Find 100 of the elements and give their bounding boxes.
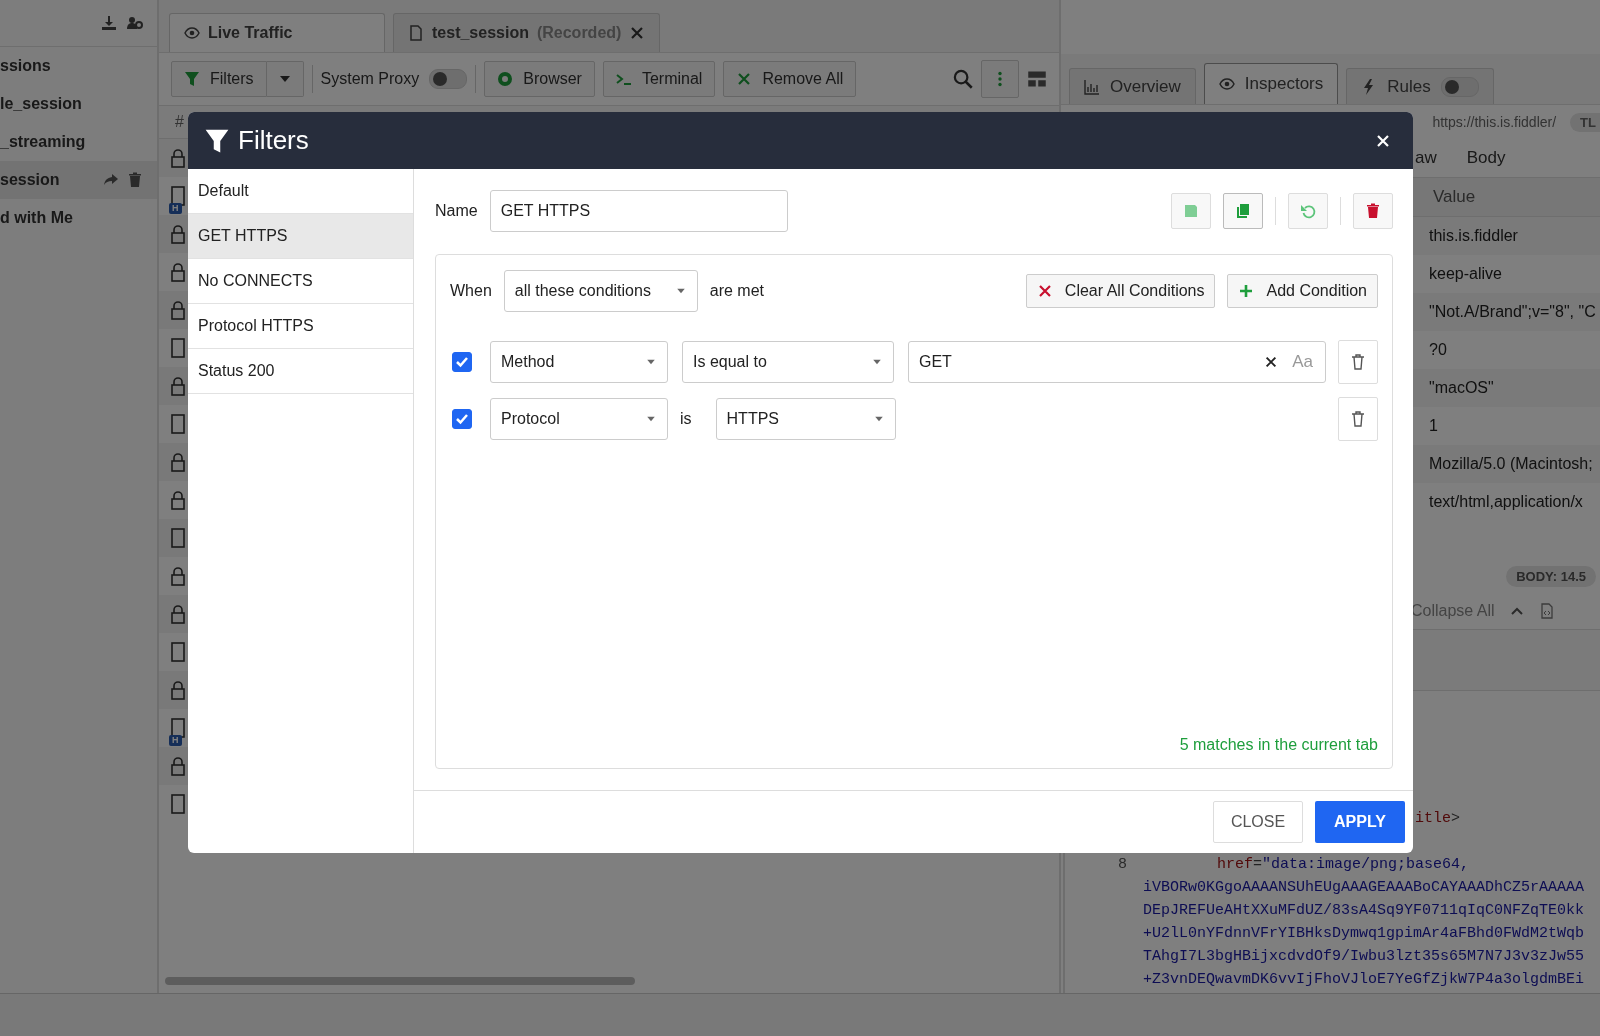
filters-button[interactable]: Filters xyxy=(171,61,267,97)
lock-icon xyxy=(171,452,185,472)
code-file-icon[interactable] xyxy=(1538,603,1555,619)
delete-condition-button[interactable] xyxy=(1338,397,1378,441)
collapse-all-button[interactable]: Collapse All xyxy=(1411,602,1495,620)
trash-icon[interactable] xyxy=(127,172,143,188)
body-size-badge: BODY: 14.5 xyxy=(1506,565,1596,587)
undo-icon xyxy=(1300,203,1316,219)
eye-icon xyxy=(184,25,200,41)
session-tab[interactable]: Live Traffic xyxy=(169,13,385,52)
code-line: iVBORw0KGgoAAAANSUhEUgAAAGEAAABoCAYAAADhCZ5rAAAAA xyxy=(1143,879,1585,896)
sidebar-item[interactable]: _streaming xyxy=(0,123,157,161)
document-icon xyxy=(171,186,185,206)
scrollbar-thumb[interactable] xyxy=(165,977,635,985)
file-icon xyxy=(408,25,424,41)
are-met-label: are met xyxy=(709,282,765,300)
close-icon[interactable] xyxy=(1375,132,1391,149)
lock-icon xyxy=(171,148,185,168)
eye-icon xyxy=(1218,76,1235,92)
inspector-subtab[interactable]: Body xyxy=(1466,148,1506,168)
trash-icon xyxy=(1365,203,1381,219)
value-field[interactable]: GET Aa xyxy=(908,341,1326,383)
lock-icon xyxy=(171,566,185,586)
filter-preset[interactable]: Status 200 xyxy=(188,349,413,394)
match-case-toggle[interactable]: Aa xyxy=(1292,352,1313,372)
sidebar-item[interactable]: ssions xyxy=(0,47,157,85)
toggle-switch[interactable] xyxy=(429,69,468,89)
lock-icon xyxy=(171,680,185,700)
header-value: "Not.A/Brand";v="8", "C xyxy=(1429,303,1596,321)
match-mode-dropdown[interactable]: all these conditions xyxy=(503,270,698,312)
sidebar-item[interactable]: session xyxy=(0,161,157,199)
add-condition-button[interactable]: Add Condition xyxy=(1227,274,1378,308)
browser-icon xyxy=(497,71,514,87)
sidebar-item[interactable]: le_session xyxy=(0,85,157,123)
undo-button[interactable] xyxy=(1288,193,1328,229)
field-dropdown[interactable]: Method xyxy=(490,341,668,383)
filter-preset[interactable]: GET HTTPS xyxy=(188,214,413,259)
header-value: this.is.fiddler xyxy=(1429,227,1518,245)
protocol-badge: H xyxy=(169,735,182,746)
filter-preset[interactable]: Protocol HTTPS xyxy=(188,304,413,349)
clear-all-conditions-button[interactable]: Clear All Conditions xyxy=(1025,274,1216,308)
system-proxy-label: System Proxy xyxy=(320,70,420,88)
people-icon[interactable] xyxy=(127,15,143,31)
code-line: +Z3vnDEQwavmDK6vvIjFhoVJloE7YeGfZjkW7P4a3olgdmBEi xyxy=(1143,971,1585,988)
checkbox[interactable] xyxy=(452,352,472,372)
dropdown-button[interactable] xyxy=(266,61,304,97)
tls-badge: TL xyxy=(1570,112,1600,132)
sidebar-item[interactable]: d with Me xyxy=(0,199,157,237)
name-field[interactable]: GET HTTPS xyxy=(489,190,788,232)
document-icon xyxy=(171,338,185,358)
close-icon xyxy=(1036,283,1053,299)
code-line: +U2lL0nYFdnnVFrYIBHksDymwq1gpimAr4aFBhd0FWdM2tWqb xyxy=(1143,925,1585,942)
plus-icon xyxy=(1238,283,1255,299)
browser-button[interactable]: Browser xyxy=(484,61,595,97)
lock-icon xyxy=(171,376,185,396)
terminal-button[interactable]: Terminal xyxy=(602,61,716,97)
check-icon xyxy=(455,355,469,369)
clear-icon[interactable] xyxy=(1264,355,1279,369)
inspector-subtab[interactable]: aw xyxy=(1415,148,1437,168)
duplicate-button[interactable] xyxy=(1223,193,1263,229)
header-value: ?0 xyxy=(1429,341,1447,359)
field-dropdown[interactable]: Protocol xyxy=(490,398,668,440)
checkbox[interactable] xyxy=(452,409,472,429)
value-dropdown[interactable]: HTTPS xyxy=(715,398,896,440)
when-label: When xyxy=(450,282,492,300)
document-icon xyxy=(171,794,185,814)
column-header: Value xyxy=(1433,187,1476,207)
remove-all-button[interactable]: Remove All xyxy=(723,61,857,97)
apply-button[interactable]: APPLY xyxy=(1315,801,1405,843)
name-label: Name xyxy=(435,202,478,220)
url-text: https://this.is.fiddler/ xyxy=(1432,114,1557,130)
trash-icon xyxy=(1350,410,1366,428)
match-count: 5 matches in the current tab xyxy=(1179,736,1378,754)
delete-condition-button[interactable] xyxy=(1338,340,1378,384)
document-icon xyxy=(171,718,185,738)
inspector-tab[interactable]: Overview xyxy=(1069,68,1196,104)
lock-icon xyxy=(171,224,185,244)
header-value: keep-alive xyxy=(1429,265,1502,283)
close-icon xyxy=(736,71,753,87)
document-icon xyxy=(171,414,185,434)
operator-dropdown[interactable]: Is equal to xyxy=(682,341,894,383)
toggle-switch[interactable] xyxy=(1440,76,1479,97)
lock-icon xyxy=(171,490,185,510)
lock-icon xyxy=(171,604,185,624)
download-icon[interactable] xyxy=(101,15,117,31)
header-value: "macOS" xyxy=(1429,379,1494,397)
code-line: itle> xyxy=(1415,810,1461,827)
delete-button[interactable] xyxy=(1353,193,1393,229)
document-icon xyxy=(171,528,185,548)
filter-preset[interactable]: No CONNECTS xyxy=(188,259,413,304)
close-button[interactable]: CLOSE xyxy=(1213,801,1303,843)
search-icon[interactable] xyxy=(953,69,973,89)
terminal-icon xyxy=(615,71,632,87)
layout-icon[interactable] xyxy=(1027,69,1047,89)
inspector-tab[interactable]: Rules xyxy=(1346,68,1494,104)
lock-icon xyxy=(171,300,185,320)
document-icon xyxy=(171,642,185,662)
funnel-icon xyxy=(204,127,230,154)
inspector-tab[interactable]: Inspectors xyxy=(1203,63,1339,104)
bar-chart-icon xyxy=(1084,78,1100,95)
